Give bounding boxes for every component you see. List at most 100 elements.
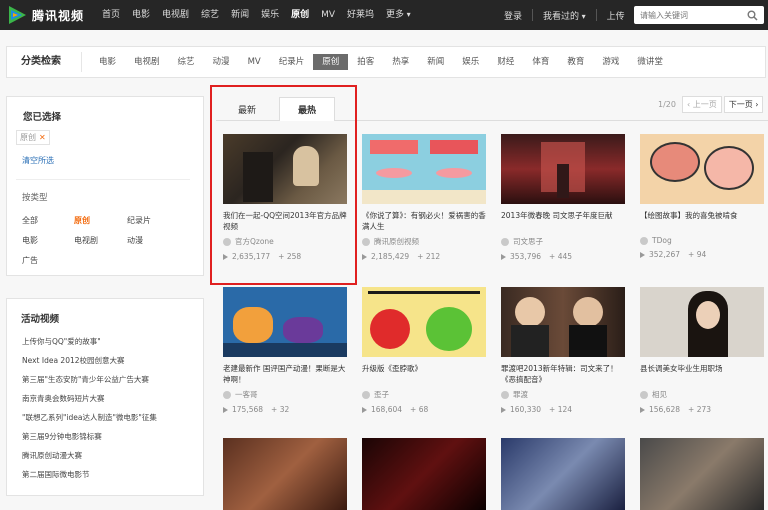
video-author[interactable]: 相见 (640, 389, 764, 400)
activity-link[interactable]: "联想乙系列"idea达人制造"微电影"征集 (22, 412, 157, 423)
category-item[interactable]: 综艺 (169, 54, 204, 70)
category-item[interactable]: 教育 (558, 54, 593, 70)
category-item[interactable]: 动漫 (204, 54, 239, 70)
upload-link[interactable]: 上传 (597, 9, 635, 22)
category-item[interactable]: 纪录片 (270, 54, 314, 70)
type-item-original[interactable]: 原创 (74, 215, 90, 226)
video-title[interactable]: 2013年微春晚 司文思子年度巨献 (501, 210, 625, 232)
prev-page-button[interactable]: ‹ 上一页 (681, 96, 722, 113)
author-name: 司文思子 (513, 237, 543, 246)
video-title[interactable]: 罪渡吧2013新年特辑：司文来了！《恶搞配音》 (501, 363, 625, 385)
video-thumbnail[interactable] (501, 287, 625, 357)
search-icon[interactable] (742, 6, 762, 24)
video-thumbnail[interactable] (640, 134, 764, 204)
next-page-label: 下一页 (728, 100, 753, 109)
video-thumbnail[interactable] (223, 134, 347, 204)
type-item-documentary[interactable]: 纪录片 (127, 215, 151, 226)
activity-link[interactable]: 第三届9分钟电影锦标赛 (22, 431, 102, 442)
video-card[interactable]: 罪渡吧2013新年特辑：司文来了！《恶搞配音》 罪渡 160,330 + 124 (501, 287, 625, 414)
video-thumbnail[interactable] (501, 438, 625, 510)
video-author[interactable]: 腾讯原创视频 (362, 236, 486, 247)
category-item[interactable]: 新闻 (418, 54, 453, 70)
video-title[interactable]: 升级版《歪脖歌》 (362, 363, 486, 385)
category-item[interactable]: 娱乐 (453, 54, 488, 70)
tab-hottest[interactable]: 最热 (279, 97, 335, 121)
nav-item-mv[interactable]: MV (315, 0, 341, 30)
activity-link[interactable]: 腾讯原创动漫大赛 (22, 450, 82, 461)
category-item[interactable]: 电影 (90, 54, 125, 70)
video-card[interactable]: 2013年微春晚 司文思子年度巨献 司文思子 353,796 + 445 (501, 134, 625, 261)
category-item[interactable]: 微讲堂 (628, 54, 672, 70)
video-title[interactable]: 【绘图故事】我的喜兔被啃食 (640, 210, 764, 232)
video-thumbnail[interactable] (640, 287, 764, 357)
video-thumbnail[interactable] (223, 438, 347, 510)
video-card[interactable]: 我们在一起-QQ空间2013年官方品牌视频 官方Qzone 2,635,177 +… (223, 134, 347, 261)
video-thumbnail[interactable] (223, 287, 347, 357)
video-thumbnail[interactable] (501, 134, 625, 204)
nav-item-news[interactable]: 新闻 (225, 0, 255, 30)
video-card[interactable]: 升级版《歪脖歌》 歪子 168,604 + 68 (362, 287, 486, 414)
video-card[interactable]: 老建最新作 国评国产动漫！果断是大神啊！ 一客哥 175,568 + 32 (223, 287, 347, 414)
video-stats: 2,635,177 + 258 (223, 252, 347, 261)
next-page-button[interactable]: 下一页 › (723, 96, 764, 113)
pager: 1/20 ‹ 上一页 下一页 › (658, 96, 764, 113)
video-card[interactable]: 《你说了算》：有钢必火！爱祸害的香满人生 腾讯原创视频 2,185,429 + 2… (362, 134, 486, 261)
play-count-icon (501, 253, 506, 260)
logo[interactable]: 腾讯视频 (6, 4, 84, 26)
type-item-movie[interactable]: 电影 (22, 235, 38, 246)
author-name: TDog (652, 236, 672, 245)
category-item-active[interactable]: 原创 (313, 54, 349, 70)
video-title[interactable]: 《你说了算》：有钢必火！爱祸害的香满人生 (362, 210, 486, 232)
video-author[interactable]: TDog (640, 236, 764, 245)
nav-item-home[interactable]: 首页 (96, 0, 126, 30)
clear-selection-link[interactable]: 清空所选 (22, 155, 54, 166)
nav-item-variety[interactable]: 综艺 (195, 0, 225, 30)
category-item[interactable]: MV (239, 54, 270, 70)
category-item[interactable]: 热享 (383, 54, 418, 70)
video-title[interactable]: 我们在一起-QQ空间2013年官方品牌视频 (223, 210, 347, 232)
video-author[interactable]: 歪子 (362, 389, 486, 400)
login-link[interactable]: 登录 (494, 9, 532, 22)
selected-tag[interactable]: 原创 ✕ (16, 130, 50, 145)
search-input[interactable] (634, 10, 742, 20)
video-author[interactable]: 罪渡 (501, 389, 625, 400)
comment-count-value: 94 (696, 250, 707, 259)
nav-item-movie[interactable]: 电影 (126, 0, 156, 30)
video-author[interactable]: 司文思子 (501, 236, 625, 247)
nav-item-more[interactable]: 更多 (380, 0, 417, 30)
video-thumbnail[interactable] (362, 134, 486, 204)
video-thumbnail[interactable] (362, 438, 486, 510)
video-author[interactable]: 官方Qzone (223, 236, 347, 247)
type-item-anime[interactable]: 动漫 (127, 235, 143, 246)
category-item[interactable]: 财经 (488, 54, 523, 70)
category-item[interactable]: 拍客 (348, 54, 383, 70)
activity-link[interactable]: Next Idea 2012校园创意大赛 (22, 355, 125, 366)
nav-item-hollywood[interactable]: 好莱坞 (341, 0, 380, 30)
video-title[interactable]: 老建最新作 国评国产动漫！果断是大神啊！ (223, 363, 347, 385)
activity-link[interactable]: 第三届"生态安防"青少年公益广告大赛 (22, 374, 149, 385)
activity-link[interactable]: 第二届国际微电影节 (22, 469, 90, 480)
category-item[interactable]: 游戏 (593, 54, 628, 70)
type-item-all[interactable]: 全部 (22, 215, 38, 226)
video-card[interactable]: 县长调美女毕业生用职场 相见 156,628 + 273 (640, 287, 764, 414)
video-stats: 175,568 + 32 (223, 405, 347, 414)
nav-item-tv[interactable]: 电视剧 (156, 0, 195, 30)
type-item-ad[interactable]: 广告 (22, 255, 38, 266)
video-card[interactable]: 【绘图故事】我的喜兔被啃食 TDog 352,267 + 94 (640, 134, 764, 259)
category-item[interactable]: 电视剧 (125, 54, 169, 70)
play-count: 352,267 (649, 250, 681, 259)
activity-link[interactable]: 南京青奥会数码短片大赛 (22, 393, 105, 404)
activity-link[interactable]: 上传你与QQ"爱的故事" (22, 336, 101, 347)
type-item-tv[interactable]: 电视剧 (74, 235, 98, 246)
video-thumbnail[interactable] (640, 438, 764, 510)
remove-tag-icon[interactable]: ✕ (39, 133, 46, 142)
comment-count-value: 273 (696, 405, 712, 414)
category-item[interactable]: 体育 (523, 54, 558, 70)
nav-item-original[interactable]: 原创 (285, 0, 315, 30)
video-thumbnail[interactable] (362, 287, 486, 357)
nav-item-ent[interactable]: 娱乐 (255, 0, 285, 30)
history-link[interactable]: 我看过的 (533, 9, 596, 22)
video-title[interactable]: 县长调美女毕业生用职场 (640, 363, 764, 385)
tab-newest[interactable]: 最新 (219, 97, 275, 121)
video-author[interactable]: 一客哥 (223, 389, 347, 400)
